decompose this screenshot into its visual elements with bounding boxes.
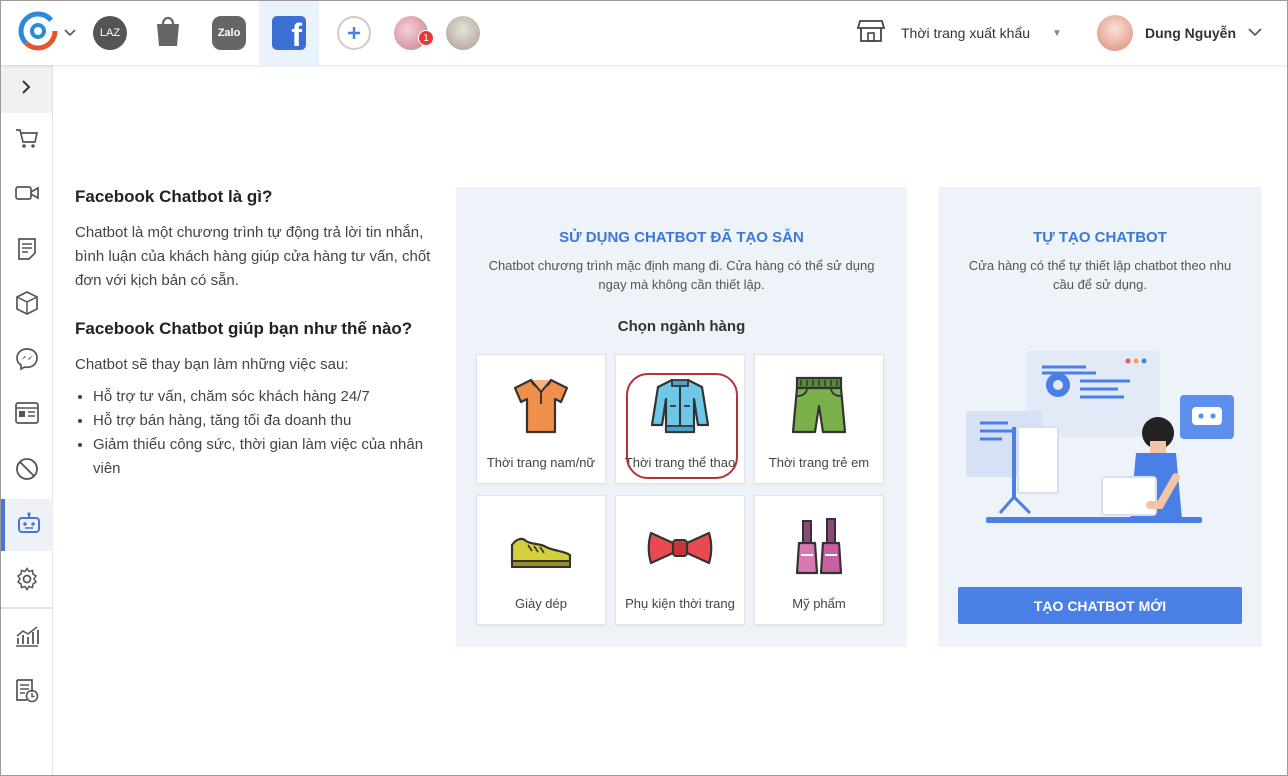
contact-card-icon bbox=[15, 401, 39, 429]
page-avatar-1[interactable]: 1 bbox=[393, 1, 434, 65]
caret-down-icon: ▼ bbox=[1052, 27, 1062, 39]
channel-facebook[interactable]: f bbox=[259, 1, 319, 65]
store-icon bbox=[856, 19, 886, 48]
user-menu[interactable]: Dung Nguyễn bbox=[1097, 1, 1262, 65]
category-card-cosmetics[interactable]: Mỹ phẩm bbox=[754, 495, 884, 625]
chatbot-icon bbox=[17, 511, 41, 539]
category-label: Giày dép bbox=[514, 596, 568, 611]
sidebar-item-customers[interactable] bbox=[1, 389, 53, 441]
category-card-kids[interactable]: Thời trang trẻ em bbox=[754, 354, 884, 484]
page-avatar-2[interactable] bbox=[445, 1, 481, 65]
channel-shopee[interactable] bbox=[141, 1, 195, 65]
selection-highlight bbox=[626, 373, 738, 479]
sidebar-item-products[interactable] bbox=[1, 279, 53, 331]
user-name: Dung Nguyễn bbox=[1145, 25, 1236, 41]
intro-heading-how: Facebook Chatbot giúp bạn như thế nào? bbox=[75, 319, 413, 338]
avatar bbox=[1097, 15, 1133, 51]
gear-icon bbox=[15, 566, 39, 596]
polo-shirt-icon bbox=[506, 371, 576, 441]
category-label: Thời trang trẻ em bbox=[768, 455, 870, 470]
chart-icon bbox=[14, 625, 40, 653]
sidebar-item-reports[interactable] bbox=[1, 667, 53, 719]
sidebar-item-blocklist[interactable] bbox=[1, 445, 53, 497]
shop-name: Thời trang xuất khẩu bbox=[901, 25, 1031, 41]
intro-paragraph-what: Chatbot là một chương trình tự động trả … bbox=[75, 224, 431, 289]
intro-paragraph-how: Chatbot sẽ thay bạn làm những việc sau: bbox=[75, 356, 349, 373]
custom-chatbot-panel: TỰ TẠO CHATBOT Cửa hàng có thể tự thiết … bbox=[938, 187, 1262, 647]
lazada-icon: LAZ bbox=[93, 16, 127, 50]
add-channel-button[interactable] bbox=[333, 1, 375, 65]
custom-title: TỰ TẠO CHATBOT bbox=[1033, 229, 1167, 246]
list-item: Hỗ trợ bán hàng, tăng tối đa doanh thu bbox=[93, 409, 435, 433]
category-label: Mỹ phẩm bbox=[792, 596, 846, 611]
zalo-icon: Zalo bbox=[212, 16, 246, 50]
shop-selector[interactable]: Thời trang xuất khẩu ▼ bbox=[856, 1, 1062, 65]
list-item: Giảm thiểu công sức, thời gian làm việc … bbox=[93, 433, 435, 481]
notification-badge: 1 bbox=[418, 30, 434, 46]
prebuilt-title: SỬ DỤNG CHATBOT ĐÃ TẠO SẴN bbox=[559, 229, 804, 246]
create-chatbot-button[interactable]: TẠO CHATBOT MỚI bbox=[958, 587, 1242, 624]
sidebar-item-orders[interactable] bbox=[1, 115, 53, 167]
category-card-fashion[interactable]: Thời trang nam/nữ bbox=[476, 354, 606, 484]
avatar: 1 bbox=[394, 16, 434, 50]
benefit-list: Hỗ trợ tư vấn, chăm sóc khách hàng 24/7 … bbox=[75, 385, 435, 481]
lazada-label: LAZ bbox=[99, 27, 121, 39]
sidebar-item-settings[interactable] bbox=[1, 555, 53, 607]
intro-heading-what: Facebook Chatbot là gì? bbox=[75, 187, 273, 206]
sidebar-item-chatbot[interactable] bbox=[1, 499, 53, 551]
sidebar-item-analytics[interactable] bbox=[1, 613, 53, 665]
app-logo-icon bbox=[18, 11, 58, 56]
channel-lazada[interactable]: LAZ bbox=[83, 1, 137, 65]
chevron-down-icon bbox=[1248, 24, 1262, 42]
chevron-right-icon bbox=[22, 79, 31, 99]
box-icon bbox=[15, 290, 39, 320]
category-card-shoes[interactable]: Giày dép bbox=[476, 495, 606, 625]
category-card-accessories[interactable]: Phụ kiện thời trang bbox=[615, 495, 745, 625]
sidebar-divider bbox=[1, 607, 52, 609]
zalo-label: Zalo bbox=[217, 27, 241, 39]
channel-zalo[interactable]: Zalo bbox=[201, 1, 257, 65]
sidebar-item-video[interactable] bbox=[1, 169, 53, 221]
list-item: Hỗ trợ tư vấn, chăm sóc khách hàng 24/7 bbox=[93, 385, 435, 409]
category-label: Phụ kiện thời trang bbox=[625, 596, 735, 611]
intro-section: Facebook Chatbot là gì? Chatbot là một c… bbox=[75, 187, 435, 481]
plus-icon bbox=[337, 16, 371, 50]
bow-tie-icon bbox=[645, 512, 715, 582]
cart-icon bbox=[15, 128, 39, 155]
video-icon bbox=[15, 185, 39, 206]
custom-description: Cửa hàng có thể tự thiết lập chatbot the… bbox=[968, 258, 1232, 292]
block-icon bbox=[15, 457, 39, 486]
kids-shorts-icon bbox=[784, 371, 854, 441]
report-icon bbox=[15, 678, 39, 708]
chatbot-illustration bbox=[966, 347, 1236, 532]
facebook-label: f bbox=[291, 17, 302, 53]
sidebar bbox=[1, 65, 53, 775]
sidebar-expand-button[interactable] bbox=[1, 65, 52, 113]
avatar bbox=[446, 16, 480, 50]
chevron-down-icon bbox=[64, 24, 76, 42]
nail-polish-icon bbox=[784, 512, 854, 582]
prebuilt-chatbot-panel: SỬ DỤNG CHATBOT ĐÃ TẠO SẴN Chatbot chươn… bbox=[456, 187, 907, 647]
app-window: LAZ Zalo f 1 Thời trang xuất khẩu ▼ Dung… bbox=[1, 1, 1287, 775]
sidebar-item-messages[interactable] bbox=[1, 335, 53, 387]
category-title: Chọn ngành hàng bbox=[617, 318, 746, 335]
sneaker-icon bbox=[506, 512, 576, 582]
document-icon bbox=[17, 237, 37, 265]
prebuilt-description: Chatbot chương trình mặc định mang đi. C… bbox=[488, 258, 875, 292]
facebook-icon: f bbox=[272, 16, 306, 53]
sidebar-item-posts[interactable] bbox=[1, 225, 53, 277]
category-label: Thời trang nam/nữ bbox=[486, 455, 596, 470]
top-bar: LAZ Zalo f 1 Thời trang xuất khẩu ▼ Dung… bbox=[1, 1, 1287, 65]
shopee-icon bbox=[153, 14, 183, 53]
messenger-icon bbox=[15, 347, 39, 376]
app-logo-menu[interactable] bbox=[15, 1, 79, 65]
